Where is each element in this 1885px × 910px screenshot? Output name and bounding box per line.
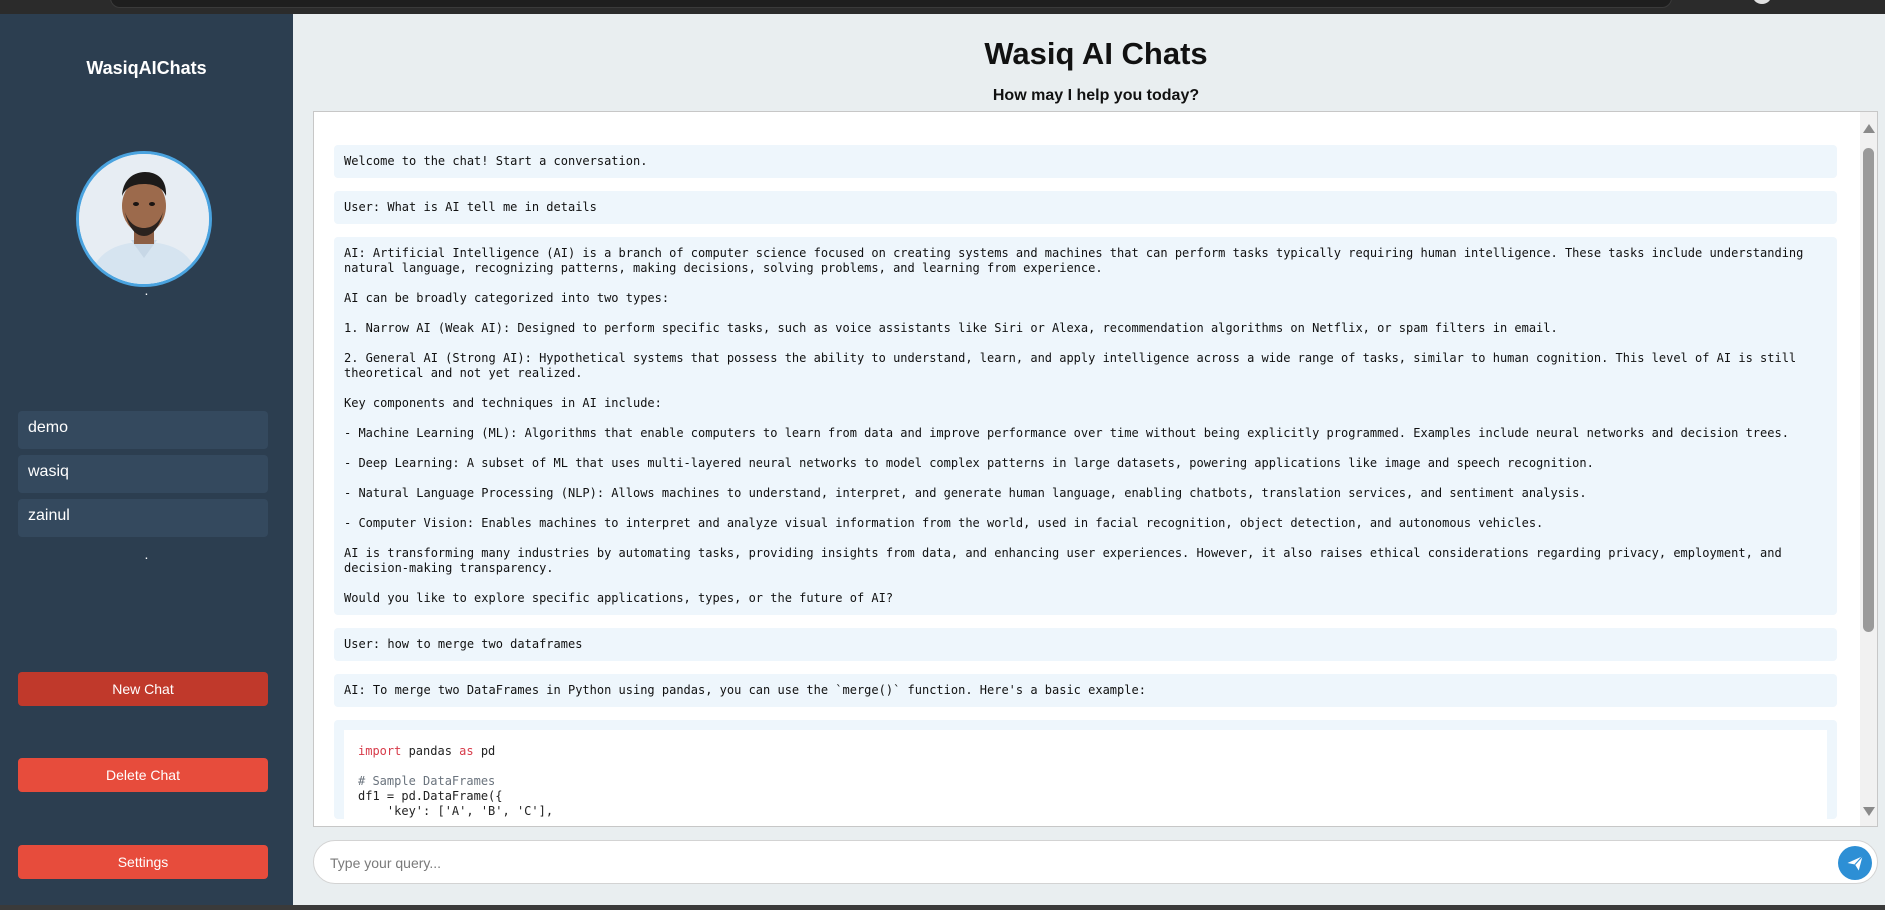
code-text: pandas [401,744,460,758]
scroll-up-arrow-icon[interactable] [1863,124,1875,133]
message-list: Welcome to the chat! Start a conversatio… [334,145,1837,819]
profile-photo [76,151,212,287]
settings-button[interactable]: Settings [18,845,268,879]
window-bottom-strip [0,905,1885,910]
sidebar-separator-bottom: . [144,546,149,562]
scrollbar-thumb[interactable] [1863,148,1874,632]
code-text: pd [473,744,496,758]
message-system-welcome: Welcome to the chat! Start a conversatio… [334,145,1837,178]
code-text: 'key': ['A', 'B', 'C'], [358,804,554,818]
code-block-container: import pandas as pd # Sample DataFrames … [334,720,1837,819]
delete-chat-button[interactable]: Delete Chat [18,758,268,792]
paper-plane-icon [1847,855,1863,871]
query-input[interactable] [328,841,1812,885]
code-keyword: as [459,744,474,758]
code-keyword: import [358,744,402,758]
chat-item-demo[interactable]: demo [18,411,268,449]
chat-history-panel[interactable]: Welcome to the chat! Start a conversatio… [313,111,1878,827]
browser-url-bar[interactable] [110,0,1672,8]
new-chat-button[interactable]: New Chat [18,672,268,706]
message-user: User: how to merge two dataframes [334,628,1837,661]
message-user: User: What is AI tell me in details [334,191,1837,224]
page-subtitle: How may I help you today? [992,87,1200,104]
sidebar-separator-top: . [144,282,149,298]
message-ai: AI: To merge two DataFrames in Python us… [334,674,1837,707]
message-ai: AI: Artificial Intelligence (AI) is a br… [334,237,1837,615]
page-title: Wasiq AI Chats [984,36,1208,71]
sidebar: WasiqAIChats . demo wasiq zainul . New C… [0,14,293,905]
code-text: df1 = pd.DataFrame({ [358,789,503,803]
browser-top-strip [0,0,1885,14]
brand-title: WasiqAIChats [86,58,207,78]
send-button[interactable] [1838,846,1872,880]
chat-item-zainul[interactable]: zainul [18,499,268,537]
chat-scrollbar[interactable] [1860,112,1877,826]
scroll-down-arrow-icon[interactable] [1863,807,1875,816]
code-block: import pandas as pd # Sample DataFrames … [344,730,1827,819]
person-avatar-icon [79,154,209,284]
browser-profile-icon[interactable] [1752,0,1772,4]
code-comment: # Sample DataFrames [358,774,496,788]
chat-item-wasiq[interactable]: wasiq [18,455,268,493]
query-input-bar [313,840,1878,885]
